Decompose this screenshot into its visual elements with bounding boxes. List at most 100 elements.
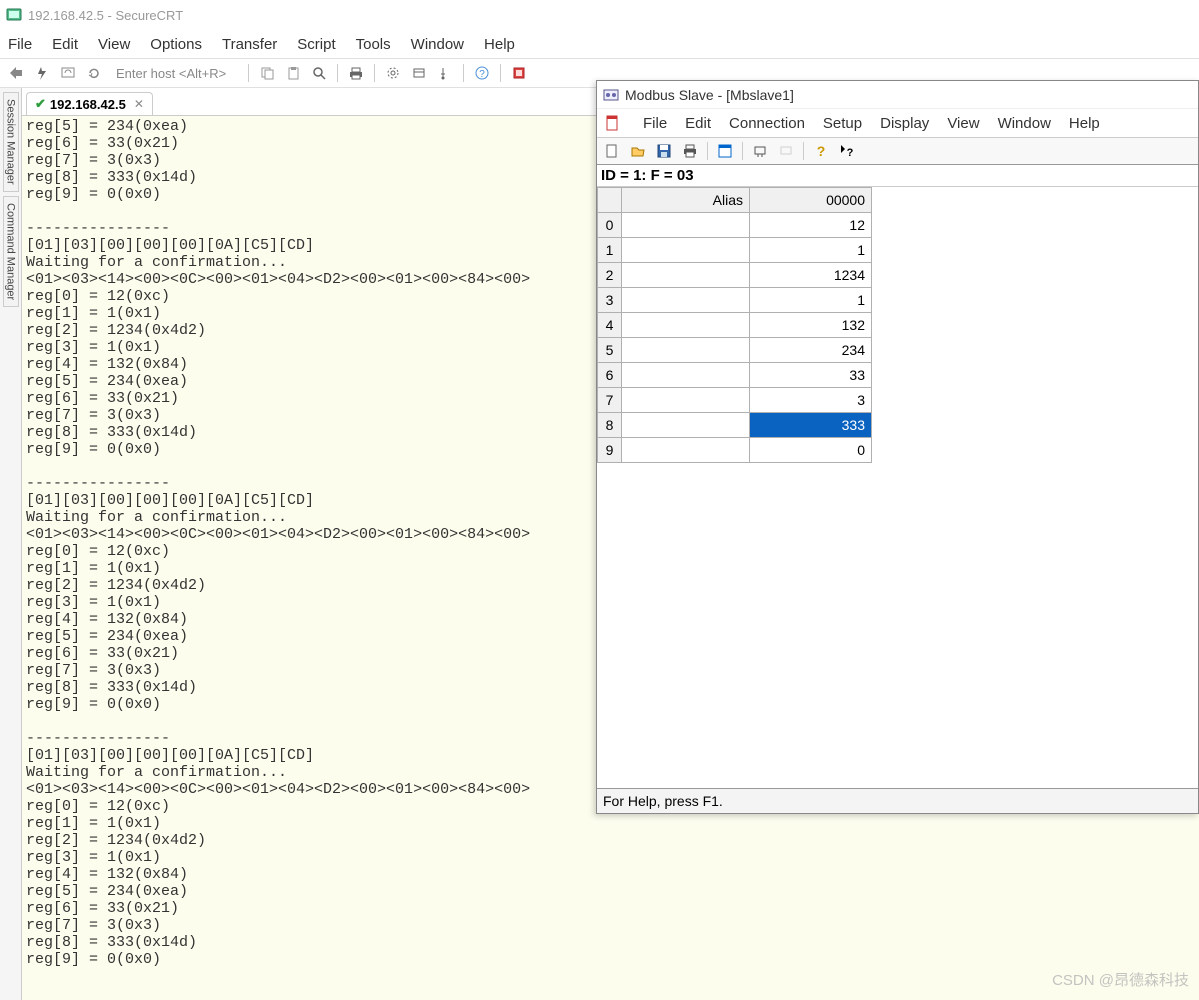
app-icon <box>6 7 22 23</box>
menu-window[interactable]: Window <box>411 36 464 53</box>
open-icon[interactable] <box>627 140 649 162</box>
grid-row-header[interactable]: 9 <box>598 438 622 463</box>
connected-icon: ✔ <box>35 96 46 112</box>
menu-tools[interactable]: Tools <box>356 36 391 53</box>
toggle-icon[interactable] <box>509 63 529 83</box>
mbs-menu-help[interactable]: Help <box>1069 115 1100 132</box>
menu-script[interactable]: Script <box>297 36 335 53</box>
grid-row[interactable]: 2 1234 <box>598 263 872 288</box>
grid-cell-value[interactable]: 333 <box>750 413 872 438</box>
menu-edit[interactable]: Edit <box>52 36 78 53</box>
grid-row-header[interactable]: 7 <box>598 388 622 413</box>
grid-cell-value[interactable]: 3 <box>750 388 872 413</box>
grid-cell-alias[interactable] <box>622 213 750 238</box>
modbus-statusbar: For Help, press F1. <box>597 788 1198 813</box>
session-options-icon[interactable] <box>409 63 429 83</box>
session-tab[interactable]: ✔ 192.168.42.5 ✕ <box>26 92 153 115</box>
grid-cell-alias[interactable] <box>622 263 750 288</box>
grid-row[interactable]: 6 33 <box>598 363 872 388</box>
menu-options[interactable]: Options <box>150 36 202 53</box>
print-icon[interactable] <box>679 140 701 162</box>
mbs-menu-file[interactable]: File <box>643 115 667 132</box>
settings-icon[interactable] <box>383 63 403 83</box>
mbs-menu-view[interactable]: View <box>947 115 979 132</box>
grid-row[interactable]: 11 <box>598 238 872 263</box>
securecrt-menubar: File Edit View Options Transfer Script T… <box>0 30 1199 58</box>
grid-row-header[interactable]: 6 <box>598 363 622 388</box>
menu-file[interactable]: File <box>8 36 32 53</box>
reconnect-icon[interactable] <box>84 63 104 83</box>
mbs-menu-display[interactable]: Display <box>880 115 929 132</box>
grid-header-col0[interactable]: 00000 <box>750 188 872 213</box>
grid-cell-value[interactable]: 12 <box>750 213 872 238</box>
grid-row[interactable]: 90 <box>598 438 872 463</box>
grid-cell-value[interactable]: 0 <box>750 438 872 463</box>
connect-bar-icon[interactable] <box>58 63 78 83</box>
securecrt-titlebar: 192.168.42.5 - SecureCRT <box>0 0 1199 30</box>
save-icon[interactable] <box>653 140 675 162</box>
mbs-menu-window[interactable]: Window <box>998 115 1051 132</box>
help-icon[interactable]: ? <box>810 140 832 162</box>
grid-header-alias[interactable]: Alias <box>622 188 750 213</box>
command-manager-tab[interactable]: Command Manager <box>3 196 19 307</box>
grid-row-header[interactable]: 0 <box>598 213 622 238</box>
grid-cell-value[interactable]: 33 <box>750 363 872 388</box>
grid-row[interactable]: 31 <box>598 288 872 313</box>
disconnect-icon[interactable] <box>775 140 797 162</box>
grid-cell-alias[interactable] <box>622 438 750 463</box>
grid-cell-alias[interactable] <box>622 313 750 338</box>
modbus-slave-window: Modbus Slave - [Mbslave1] File Edit Conn… <box>596 80 1199 814</box>
context-help-icon[interactable]: ? <box>836 140 858 162</box>
print-icon[interactable] <box>346 63 366 83</box>
grid-cell-value[interactable]: 1 <box>750 238 872 263</box>
grid-row[interactable]: 73 <box>598 388 872 413</box>
modbus-menubar: File Edit Connection Setup Display View … <box>597 109 1198 137</box>
grid-cell-value[interactable]: 234 <box>750 338 872 363</box>
grid-cell-alias[interactable] <box>622 338 750 363</box>
mbs-menu-connection[interactable]: Connection <box>729 115 805 132</box>
grid-corner[interactable] <box>598 188 622 213</box>
quick-connect-icon[interactable] <box>32 63 52 83</box>
grid-cell-alias[interactable] <box>622 238 750 263</box>
grid-cell-alias[interactable] <box>622 288 750 313</box>
grid-row-header[interactable]: 1 <box>598 238 622 263</box>
session-tab-label: 192.168.42.5 <box>50 97 126 112</box>
grid-cell-value[interactable]: 132 <box>750 313 872 338</box>
modbus-app-icon <box>603 87 619 103</box>
menu-help[interactable]: Help <box>484 36 515 53</box>
grid-row-header[interactable]: 4 <box>598 313 622 338</box>
menu-view[interactable]: View <box>98 36 130 53</box>
grid-cell-value[interactable]: 1 <box>750 288 872 313</box>
grid-row-header[interactable]: 3 <box>598 288 622 313</box>
grid-row[interactable]: 0 12 <box>598 213 872 238</box>
grid-cell-value[interactable]: 1234 <box>750 263 872 288</box>
keymap-icon[interactable] <box>435 63 455 83</box>
host-input[interactable]: Enter host <Alt+R> <box>110 66 240 81</box>
grid-row[interactable]: 4 132 <box>598 313 872 338</box>
securecrt-title: 192.168.42.5 - SecureCRT <box>28 8 183 23</box>
grid-cell-alias[interactable] <box>622 363 750 388</box>
grid-row-header[interactable]: 2 <box>598 263 622 288</box>
find-icon[interactable] <box>309 63 329 83</box>
modbus-titlebar[interactable]: Modbus Slave - [Mbslave1] <box>597 81 1198 109</box>
copy-icon[interactable] <box>257 63 277 83</box>
modbus-grid[interactable]: Alias 00000 0121121234314132523463373833… <box>597 187 872 463</box>
grid-row-header[interactable]: 5 <box>598 338 622 363</box>
grid-cell-alias[interactable] <box>622 388 750 413</box>
modbus-toolbar: ? ? <box>597 137 1198 165</box>
mbs-menu-edit[interactable]: Edit <box>685 115 711 132</box>
grid-row[interactable]: 8 333 <box>598 413 872 438</box>
grid-cell-alias[interactable] <box>622 413 750 438</box>
close-tab-icon[interactable]: ✕ <box>134 97 144 111</box>
grid-row[interactable]: 5 234 <box>598 338 872 363</box>
window-icon[interactable] <box>714 140 736 162</box>
paste-icon[interactable] <box>283 63 303 83</box>
session-manager-tab[interactable]: Session Manager <box>3 92 19 192</box>
grid-row-header[interactable]: 8 <box>598 413 622 438</box>
menu-transfer[interactable]: Transfer <box>222 36 277 53</box>
mbs-menu-setup[interactable]: Setup <box>823 115 862 132</box>
connect-icon[interactable] <box>6 63 26 83</box>
new-icon[interactable] <box>601 140 623 162</box>
help-icon[interactable]: ? <box>472 63 492 83</box>
connect-icon[interactable] <box>749 140 771 162</box>
